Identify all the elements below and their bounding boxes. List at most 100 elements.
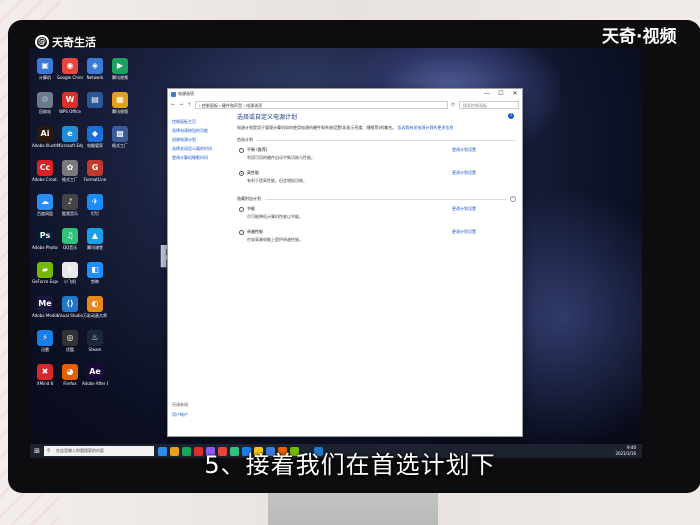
learn-more-link[interactable]: 告诉我有关电源计划的更多信息: [397, 125, 453, 130]
brand-watermark-left: @ 天奇生活: [35, 34, 96, 50]
desktop-icon[interactable]: ✖ XMind 8: [32, 364, 58, 386]
plan-high-performance-settings-link[interactable]: 更改计划设置: [452, 170, 476, 176]
app-icon: ▰: [37, 262, 53, 278]
app-icon: ◉: [62, 58, 78, 74]
plan-ultimate-performance-radio[interactable]: [239, 230, 244, 235]
desktop-icon[interactable]: ⚡ 迅雷: [32, 330, 58, 352]
breadcrumb[interactable]: › 控制面板 › 硬件和声音 › 电源选项: [195, 100, 448, 109]
hidden-plans-label[interactable]: 隐藏附加计划: [237, 195, 261, 203]
desktop-icon[interactable]: ▶ 腾讯视频: [107, 58, 133, 80]
sidebar-item-create-plan[interactable]: 创建电源计划: [172, 135, 230, 144]
user-accounts-link[interactable]: 用户帐户: [172, 411, 188, 419]
plan-power-saver-radio[interactable]: [239, 207, 244, 212]
app-icon: Cc: [37, 160, 53, 176]
desktop-icon[interactable]: ◆ 电脑管家: [82, 126, 108, 148]
plan-balanced-settings-link[interactable]: 更改计划设置: [452, 147, 476, 153]
plan-high-performance-name[interactable]: 高性能: [247, 170, 259, 176]
desktop-icon-label: 小飞机: [64, 279, 76, 284]
desktop-icon[interactable]: ✈ 钉钉: [82, 194, 108, 216]
desktop-screen: P ▣计算机◉Google Chrome◈Network▶腾讯视频♲回收站WWP…: [30, 48, 642, 458]
refresh-icon[interactable]: ⟳: [451, 102, 456, 108]
window-title: 电源选项: [178, 91, 194, 96]
desktop-icon[interactable]: AeAdobe After Effects: [82, 364, 108, 386]
desktop-icon[interactable]: PsAdobe Photosh...: [32, 228, 58, 250]
see-also-label: 另请参阅: [172, 402, 188, 407]
desktop-icon[interactable]: MeAdobe Media En...: [32, 296, 58, 318]
maximize-button[interactable]: ☐: [494, 89, 508, 99]
app-icon: ♨: [87, 330, 103, 346]
desktop-icon[interactable]: ▲ 腾讯课堂: [82, 228, 108, 250]
sidebar-item-display-off[interactable]: 选择关闭显示器的时间: [172, 144, 230, 153]
help-icon[interactable]: ?: [508, 113, 514, 119]
brand-logo-icon: @: [35, 35, 49, 49]
plan-balanced-radio[interactable]: [239, 148, 244, 153]
plan-power-saver-name[interactable]: 节能: [247, 206, 255, 212]
power-options-window: 电源选项 — ☐ ✕ ← → ↑ › 控制面板 › 硬件和声音 › 电源选项 ⟳…: [167, 88, 523, 437]
desktop-icon[interactable]: ◧ 剪映: [82, 262, 108, 284]
desktop-icon[interactable]: ◕ Firefox: [57, 364, 83, 386]
desktop-icon[interactable]: ♫ QQ音乐: [57, 228, 83, 250]
desktop-icon[interactable]: eMicrosoft Edge: [57, 126, 83, 148]
desktop-icon[interactable]: Cc Adobe Creat...: [32, 160, 58, 182]
window-titlebar: 电源选项 — ☐ ✕: [168, 89, 522, 99]
desktop-icon[interactable]: ▤: [82, 92, 108, 109]
app-icon: W: [62, 92, 78, 108]
plan-ultimate-performance-desc: 在较高端电脑上提供卓越性能。: [247, 237, 303, 242]
desktop-icon[interactable]: ♲ 回收站: [32, 92, 58, 114]
plan-high-performance: 高性能 有利于提高性能，但会增加功耗。 更改计划设置: [237, 169, 516, 190]
sidebar-item-power-button[interactable]: 选择电源按钮的功能: [172, 126, 230, 135]
main-panel: ? 选择或自定义电源计划 电源计划是用于管理计算机如何使用电源的硬件和系统设置(…: [237, 111, 516, 432]
video-frame: P ▣计算机◉Google Chrome◈Network▶腾讯视频♲回收站WWP…: [0, 0, 700, 525]
app-icon: ♪: [62, 194, 78, 210]
desktop-icon-label: Google Chrome: [57, 75, 83, 80]
desktop-icon[interactable]: W WPS Office: [57, 92, 83, 114]
desktop-icon[interactable]: ▩ 格式工厂: [107, 126, 133, 148]
desktop-icon[interactable]: ☁ 百度网盘: [32, 194, 58, 216]
plan-ultimate-performance-name[interactable]: 卓越性能: [247, 229, 263, 235]
up-arrow-icon[interactable]: ↑: [187, 102, 192, 108]
app-icon: ☁: [37, 194, 53, 210]
app-icon: ✣: [62, 262, 78, 278]
sidebar-item-sleep[interactable]: 更改计算机睡眠时间: [172, 153, 230, 162]
desktop-icon[interactable]: ▦ 腾讯视频: [107, 92, 133, 114]
desktop-icon-label: 电脑管家: [87, 143, 103, 148]
app-icon: G: [87, 160, 103, 176]
desktop-icon[interactable]: ◐ 万彩动画大师: [82, 296, 108, 318]
desktop-icon[interactable]: ◎ 优酷: [57, 330, 83, 352]
brand-watermark-right: 天奇·视频: [602, 27, 677, 47]
app-icon: ✖: [37, 364, 53, 380]
desktop-icon[interactable]: ▰GeForce Experience: [32, 262, 58, 284]
app-icon: e: [62, 126, 78, 142]
desktop-icon[interactable]: Ai Adobe Illustr...: [32, 126, 58, 148]
subtitle-caption: 5、接着我们在首选计划下: [204, 451, 496, 479]
desktop-icon[interactable]: ✿ 格式工厂: [57, 160, 83, 182]
hidden-plans-header[interactable]: 隐藏附加计划 ˄: [237, 195, 516, 203]
desktop-icon-label: GeForce Experience: [32, 279, 58, 284]
forward-arrow-icon[interactable]: →: [179, 102, 184, 108]
power-options-icon: [171, 92, 176, 97]
app-icon: ◕: [62, 364, 78, 380]
plan-high-performance-radio[interactable]: [239, 171, 244, 176]
desktop-icon[interactable]: ✣ 小飞机: [57, 262, 83, 284]
desktop-icon[interactable]: ▣ 计算机: [32, 58, 58, 80]
plan-ultimate-performance-settings-link[interactable]: 更改计划设置: [452, 229, 476, 235]
minimize-button[interactable]: —: [480, 89, 494, 99]
back-arrow-icon[interactable]: ←: [171, 102, 176, 108]
desktop-icon-label: 万彩动画大师: [83, 313, 107, 318]
app-icon: ⟨⟩: [62, 296, 78, 312]
desktop-icon[interactable]: ♨ Steam: [82, 330, 108, 352]
app-icon: ⚡: [37, 330, 53, 346]
plan-power-saver-settings-link[interactable]: 更改计划设置: [452, 206, 476, 212]
desktop-icon[interactable]: ⟨⟩Visual Studio Code: [57, 296, 83, 318]
close-button[interactable]: ✕: [508, 89, 522, 99]
chevron-up-icon[interactable]: ˄: [510, 196, 516, 202]
plan-balanced-name[interactable]: 平衡 (推荐): [247, 147, 267, 153]
desktop-icon[interactable]: ◈ Network: [82, 58, 108, 80]
search-input[interactable]: 搜索控制面板: [459, 100, 519, 109]
desktop-icon-label: FormatLine: [83, 177, 107, 182]
desktop-icon-label: 格式工厂: [62, 177, 78, 182]
sidebar-item-home[interactable]: 控制面板主页: [172, 117, 230, 126]
desktop-icon[interactable]: ◉Google Chrome: [57, 58, 83, 80]
desktop-icon[interactable]: G FormatLine: [82, 160, 108, 182]
desktop-icon[interactable]: ♪ 酷我音乐: [57, 194, 83, 216]
